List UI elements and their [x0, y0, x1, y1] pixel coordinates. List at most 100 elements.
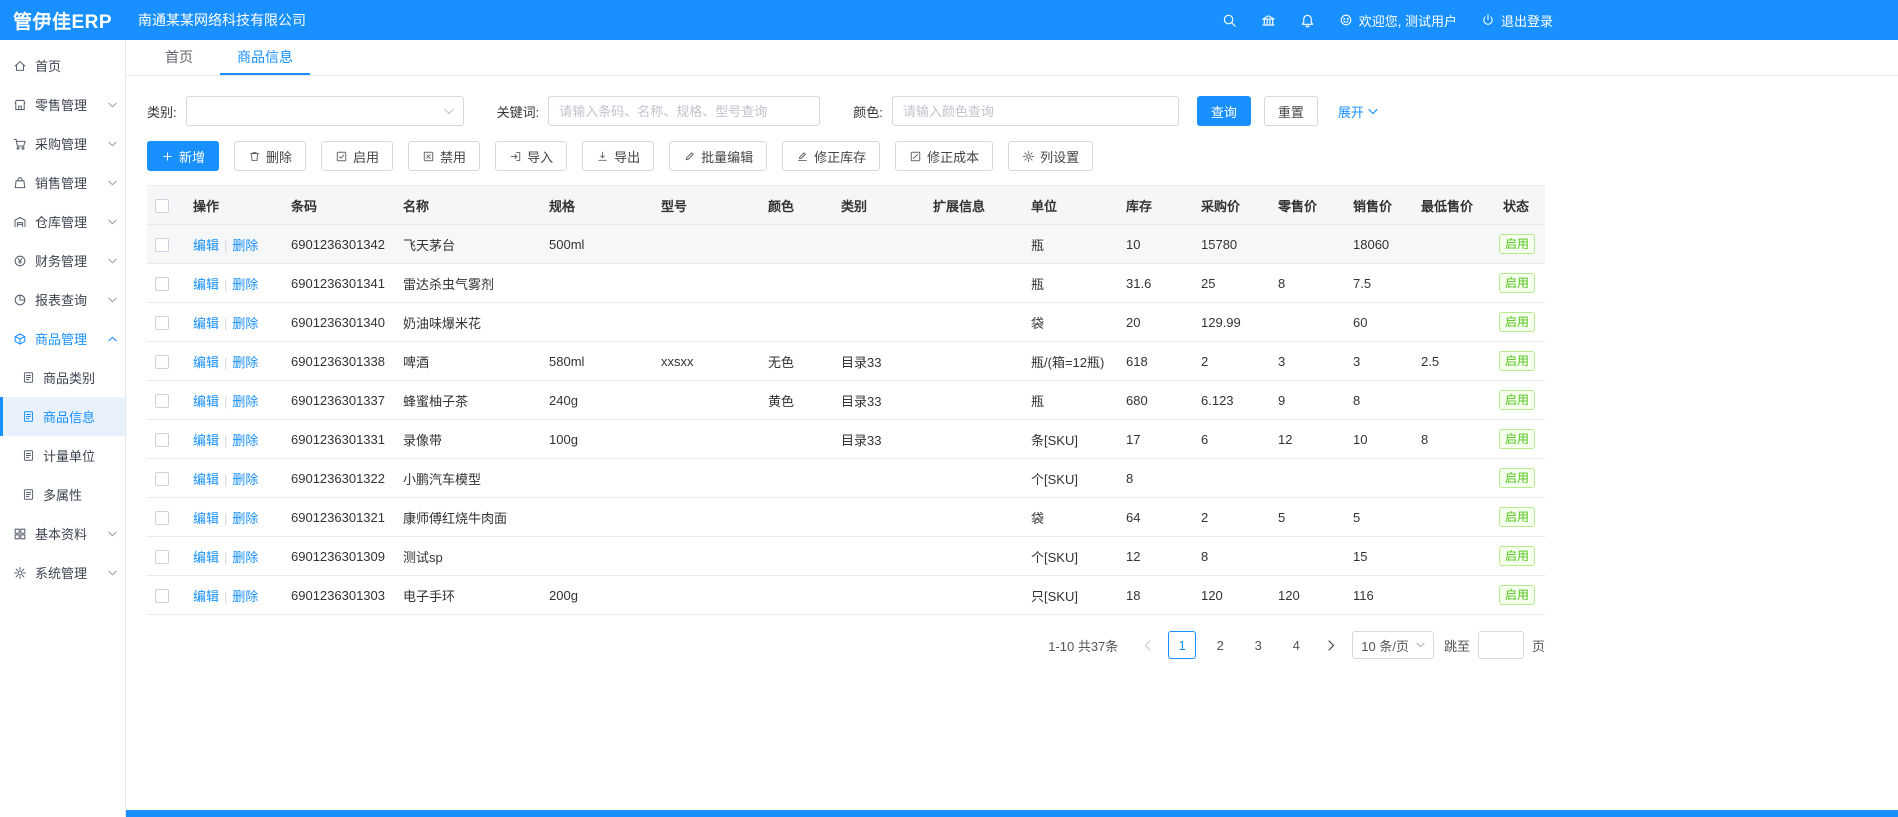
- page-size-value: 10 条/页: [1361, 636, 1409, 655]
- cell-status: 启用: [1495, 420, 1545, 459]
- edit-link[interactable]: 编辑: [193, 472, 219, 487]
- page-number-3[interactable]: 3: [1244, 631, 1272, 659]
- edit-link[interactable]: 编辑: [193, 355, 219, 370]
- edit-link[interactable]: 编辑: [193, 589, 219, 604]
- delete-link[interactable]: 删除: [232, 433, 258, 448]
- sidebar-item-home[interactable]: 首页: [0, 46, 125, 85]
- row-checkbox[interactable]: [155, 472, 169, 486]
- import-button[interactable]: 导入: [495, 141, 567, 171]
- sidebar-item-system[interactable]: 系统管理: [0, 553, 125, 592]
- delete-button[interactable]: 删除: [234, 141, 306, 171]
- fix-cost-button[interactable]: 修正成本: [895, 141, 993, 171]
- cell-retail-price: 5: [1270, 498, 1345, 537]
- search-icon[interactable]: [1222, 13, 1237, 28]
- table-row: 编辑|删除 6901236301338 啤酒 580ml xxsxx 无色 目录…: [147, 342, 1545, 381]
- export-button[interactable]: 导出: [582, 141, 654, 171]
- select-all-checkbox[interactable]: [155, 199, 169, 213]
- cell-min-price: 2.5: [1413, 342, 1495, 381]
- delete-link[interactable]: 删除: [232, 511, 258, 526]
- tab-product-info[interactable]: 商品信息: [220, 40, 310, 75]
- bell-icon[interactable]: [1300, 13, 1315, 28]
- edit-link[interactable]: 编辑: [193, 550, 219, 565]
- delete-link[interactable]: 删除: [232, 589, 258, 604]
- cell-model: xxsxx: [653, 342, 760, 381]
- edit-link[interactable]: 编辑: [193, 277, 219, 292]
- edit-link[interactable]: 编辑: [193, 238, 219, 253]
- cell-name: 飞天茅台: [395, 225, 541, 264]
- logout-button[interactable]: 退出登录: [1481, 11, 1553, 30]
- edit-link[interactable]: 编辑: [193, 433, 219, 448]
- keyword-input[interactable]: [548, 96, 820, 126]
- cell-sale-price: 7.5: [1345, 264, 1413, 303]
- page-number-4[interactable]: 4: [1282, 631, 1310, 659]
- search-button[interactable]: 查询: [1197, 96, 1251, 126]
- enable-button[interactable]: 启用: [321, 141, 393, 171]
- delete-link[interactable]: 删除: [232, 355, 258, 370]
- delete-link[interactable]: 删除: [232, 472, 258, 487]
- delete-link[interactable]: 删除: [232, 316, 258, 331]
- batch-edit-button[interactable]: 批量编辑: [669, 141, 767, 171]
- reset-button[interactable]: 重置: [1264, 96, 1318, 126]
- page-size-select[interactable]: 10 条/页: [1352, 631, 1434, 659]
- row-checkbox[interactable]: [155, 550, 169, 564]
- home-building-icon[interactable]: [1261, 13, 1276, 28]
- cell-sale-price: 60: [1345, 303, 1413, 342]
- sidebar-subitem-product-category[interactable]: 商品类别: [0, 358, 125, 397]
- status-badge: 启用: [1499, 390, 1535, 410]
- row-checkbox[interactable]: [155, 394, 169, 408]
- welcome-user[interactable]: 欢迎您, 测试用户: [1339, 11, 1457, 30]
- add-button[interactable]: 新增: [147, 141, 219, 171]
- export-label: 导出: [614, 147, 640, 166]
- color-input[interactable]: [892, 96, 1179, 126]
- cell-unit: 袋: [1023, 498, 1118, 537]
- sidebar-item-label: 销售管理: [35, 173, 87, 192]
- header-actions: 欢迎您, 测试用户 退出登录: [1222, 0, 1553, 40]
- sidebar-subitem-product-info[interactable]: 商品信息: [0, 397, 125, 436]
- sidebar-item-warehouse[interactable]: 仓库管理: [0, 202, 125, 241]
- disable-button[interactable]: 禁用: [408, 141, 480, 171]
- tab-home[interactable]: 首页: [148, 40, 210, 75]
- prev-page-button[interactable]: [1136, 631, 1158, 659]
- column-header: 型号: [653, 186, 760, 225]
- sidebar-item-purchase[interactable]: 采购管理: [0, 124, 125, 163]
- cell-status: 启用: [1495, 342, 1545, 381]
- row-checkbox[interactable]: [155, 277, 169, 291]
- warehouse-icon: [13, 215, 27, 229]
- delete-link[interactable]: 删除: [232, 394, 258, 409]
- column-header: 类别: [833, 186, 925, 225]
- category-select[interactable]: [186, 96, 464, 126]
- row-checkbox[interactable]: [155, 355, 169, 369]
- edit-link[interactable]: 编辑: [193, 511, 219, 526]
- delete-link[interactable]: 删除: [232, 277, 258, 292]
- delete-link[interactable]: 删除: [232, 238, 258, 253]
- sidebar-item-retail[interactable]: 零售管理: [0, 85, 125, 124]
- cell-color: [760, 264, 833, 303]
- edit-link[interactable]: 编辑: [193, 394, 219, 409]
- row-checkbox[interactable]: [155, 316, 169, 330]
- status-badge: 启用: [1499, 351, 1535, 371]
- delete-link[interactable]: 删除: [232, 550, 258, 565]
- jump-page-input[interactable]: [1478, 631, 1524, 659]
- expand-link[interactable]: 展开: [1338, 102, 1378, 121]
- product-table: 操作条码名称规格型号颜色类别扩展信息单位库存采购价零售价销售价最低售价状态 编辑…: [147, 185, 1545, 615]
- sidebar-subitem-multi-attribute[interactable]: 多属性: [0, 475, 125, 514]
- page-number-2[interactable]: 2: [1206, 631, 1234, 659]
- sidebar-item-reports[interactable]: 报表查询: [0, 280, 125, 319]
- sidebar-subitem-measure-unit[interactable]: 计量单位: [0, 436, 125, 475]
- sidebar-item-sales[interactable]: 销售管理: [0, 163, 125, 202]
- row-checkbox[interactable]: [155, 238, 169, 252]
- sidebar-item-finance[interactable]: 财务管理: [0, 241, 125, 280]
- cell-retail-price: 8: [1270, 264, 1345, 303]
- sidebar-item-basic-data[interactable]: 基本资料: [0, 514, 125, 553]
- column-settings-button[interactable]: 列设置: [1008, 141, 1093, 171]
- cell-min-price: 8: [1413, 420, 1495, 459]
- row-checkbox[interactable]: [155, 589, 169, 603]
- sidebar-item-products[interactable]: 商品管理: [0, 319, 125, 358]
- chevron-up-icon: [108, 336, 117, 342]
- edit-link[interactable]: 编辑: [193, 316, 219, 331]
- row-checkbox[interactable]: [155, 433, 169, 447]
- next-page-button[interactable]: [1320, 631, 1342, 659]
- page-number-1[interactable]: 1: [1168, 631, 1196, 659]
- row-checkbox[interactable]: [155, 511, 169, 525]
- fix-stock-button[interactable]: 修正库存: [782, 141, 880, 171]
